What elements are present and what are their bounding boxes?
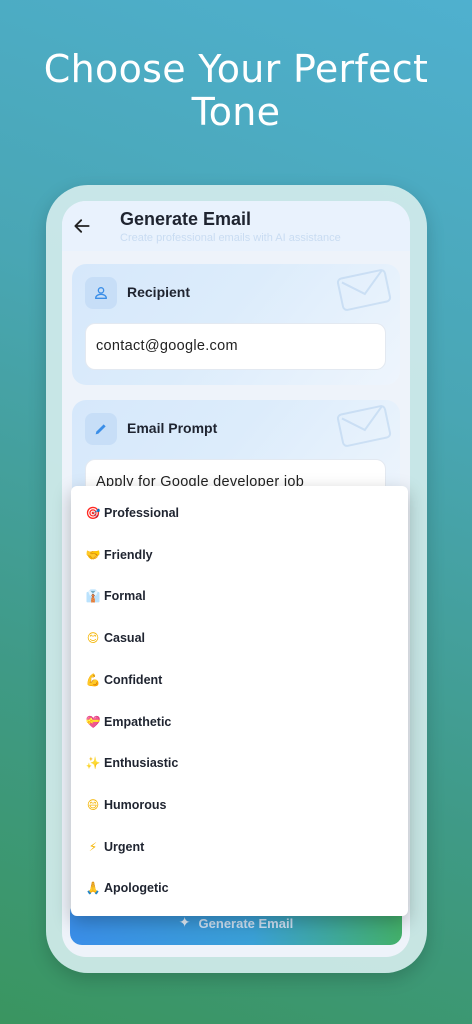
tone-option-label: Confident [104,672,163,687]
pencil-icon [95,424,106,435]
recipient-label: Recipient [127,284,191,300]
tone-option-confident[interactable]: 💪 Confident [85,659,395,701]
person-icon-box [85,277,117,309]
person-icon [95,287,107,299]
tone-emoji-icon: 🤝 [85,547,101,562]
tone-option-label: Enthusiastic [104,756,179,771]
mail-decoration-icon [336,405,392,447]
tone-option-label: Humorous [104,797,167,812]
tone-option-label: Apologetic [104,881,169,896]
tone-option-empathetic[interactable]: 💝 Empathetic [85,701,395,743]
recipient-card: Recipient contact@google.com [72,264,400,385]
app-bar: Generate Email Create professional email… [62,201,410,251]
tone-dropdown-menu: 🎯 Professional 🤝 Friendly 👔 Formal 😊 Casual 💪 Con… [71,486,408,916]
tone-option-label: Professional [104,506,180,520]
mail-decoration-icon [336,269,392,311]
promo-title: Choose Your Perfect Tone [43,47,429,134]
sparkle-icon: ✦ [178,915,191,931]
tone-emoji-icon: 😊 [86,631,100,646]
tone-option-enthusiastic[interactable]: ✨ Enthusiastic [85,742,395,784]
page-subtitle: Create professional emails with AI assis… [120,232,341,244]
tone-option-label: Urgent [104,839,145,854]
tone-emoji-icon: ✨ [85,756,101,771]
tone-option-humorous[interactable]: 😄 Humorous [85,784,395,826]
tone-option-label: Empathetic [104,714,172,729]
tone-emoji-icon: 🎯 [85,506,101,520]
tone-option-professional[interactable]: 🎯 Professional [85,492,395,534]
tone-emoji-icon: 💝 [85,714,101,729]
recipient-input[interactable]: contact@google.com [85,323,386,370]
tone-option-casual[interactable]: 😊 Casual [85,617,395,659]
prompt-label: Email Prompt [127,420,218,436]
back-arrow-icon[interactable] [72,216,92,236]
tone-option-label: Formal [104,589,146,604]
tone-option-apologetic[interactable]: 🙏 Apologetic [85,867,395,909]
tone-option-formal[interactable]: 👔 Formal [85,575,395,617]
tone-emoji-icon: 🙏 [85,881,101,896]
tone-option-friendly[interactable]: 🤝 Friendly [85,534,395,576]
tone-emoji-icon: 😄 [86,797,100,812]
tone-emoji-icon: 💪 [85,672,101,687]
tone-option-urgent[interactable]: ⚡ Urgent [85,826,395,868]
tone-option-label: Casual [104,631,145,646]
generate-button-label: Generate Email [198,915,294,931]
page-title: Generate Email [120,209,252,229]
pencil-icon-box [85,413,117,445]
tone-emoji-icon: ⚡ [88,839,98,854]
tone-option-label: Friendly [104,547,153,562]
tone-emoji-icon: 👔 [85,589,101,604]
